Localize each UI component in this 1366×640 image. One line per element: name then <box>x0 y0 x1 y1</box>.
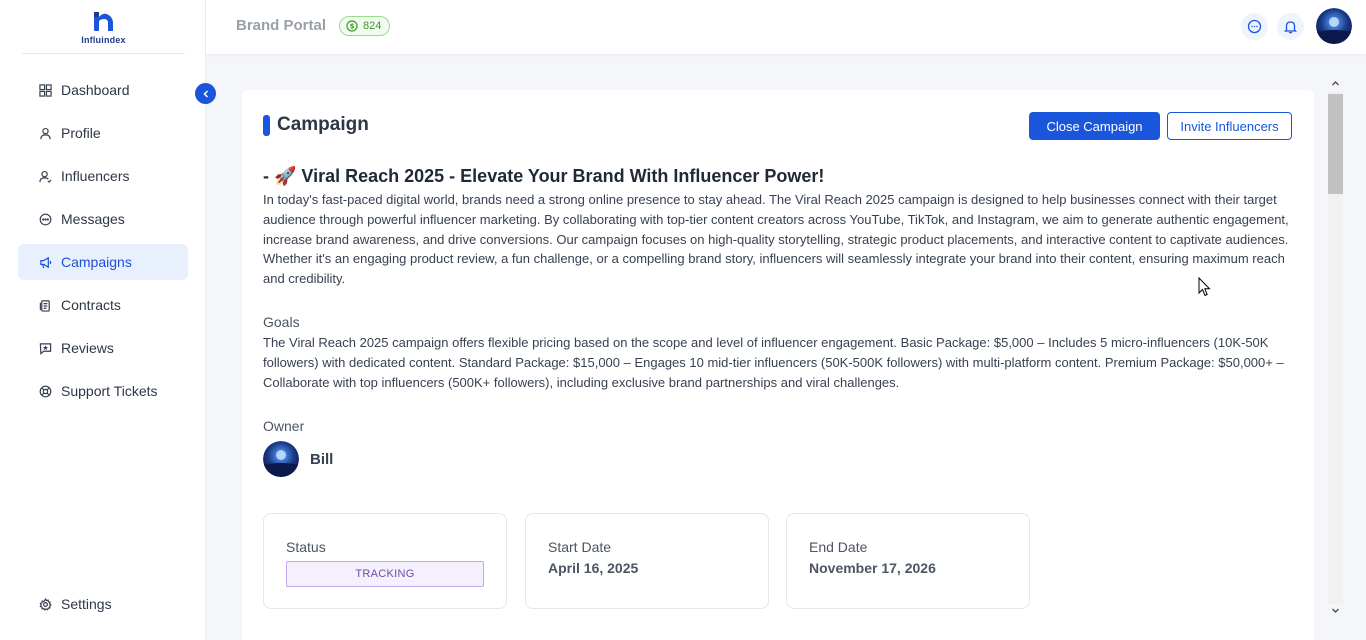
owner-label: Owner <box>263 418 305 434</box>
message-icon <box>38 212 52 226</box>
support-icon <box>38 384 52 398</box>
status-card: Status TRACKING <box>263 513 507 609</box>
start-date-value: April 16, 2025 <box>548 560 639 576</box>
title-accent-bar <box>263 114 270 136</box>
credits-badge[interactable]: $ 824 <box>339 16 391 36</box>
sidebar-nav: Dashboard Profile Influencers Messages C… <box>18 72 188 416</box>
sidebar-item-label: Campaigns <box>61 254 132 270</box>
avatar-image-icon <box>263 441 299 477</box>
settings-nav: Settings <box>18 586 188 629</box>
brand-logo[interactable]: Influindex <box>22 0 185 54</box>
card-header: Campaign <box>263 114 369 136</box>
page-title: Campaign <box>277 114 369 135</box>
goals-text: The Viral Reach 2025 campaign offers fle… <box>263 335 1284 390</box>
sidebar-item-label: Contracts <box>61 297 121 313</box>
scroll-up-arrow[interactable] <box>1330 78 1341 89</box>
scroll-thumb[interactable] <box>1328 94 1343 194</box>
gear-icon <box>38 597 52 611</box>
sidebar-item-contracts[interactable]: Contracts <box>18 287 188 323</box>
start-date-card: Start Date April 16, 2025 <box>525 513 769 609</box>
avatar-image-icon <box>1316 8 1352 44</box>
sidebar-item-support-tickets[interactable]: Support Tickets <box>18 373 188 409</box>
status-label: Status <box>286 539 326 555</box>
sidebar-item-influencers[interactable]: Influencers <box>18 158 188 194</box>
end-date-card: End Date November 17, 2026 <box>786 513 1030 609</box>
end-date-label: End Date <box>809 539 868 555</box>
megaphone-icon <box>38 255 52 269</box>
chat-button[interactable] <box>1241 13 1268 40</box>
user-avatar[interactable] <box>1316 8 1352 44</box>
sidebar-item-settings[interactable]: Settings <box>18 586 188 622</box>
sidebar-item-campaigns[interactable]: Campaigns <box>18 244 188 280</box>
top-header: Brand Portal $ 824 <box>206 0 1366 54</box>
sidebar-item-label: Settings <box>61 596 112 612</box>
sidebar-item-dashboard[interactable]: Dashboard <box>18 72 188 108</box>
chevron-left-icon <box>202 89 208 98</box>
sidebar-item-label: Dashboard <box>61 82 130 98</box>
sidebar-item-label: Profile <box>61 125 101 141</box>
chevron-down-icon <box>1332 608 1339 613</box>
campaign-card: Campaign Close Campaign Invite Influence… <box>242 90 1314 640</box>
goals-label: Goals <box>263 314 300 330</box>
dollar-coin-icon: $ <box>346 20 358 32</box>
portal-title: Brand Portal <box>236 17 327 34</box>
logo-mark-icon <box>93 11 113 31</box>
sidebar-item-label: Reviews <box>61 340 114 356</box>
close-campaign-button[interactable]: Close Campaign <box>1029 112 1160 140</box>
sidebar-item-label: Support Tickets <box>61 383 158 399</box>
bell-icon <box>1283 21 1298 34</box>
user-check-icon <box>38 169 52 183</box>
document-icon <box>38 298 52 312</box>
sidebar-item-label: Influencers <box>61 168 130 184</box>
sidebar-item-reviews[interactable]: Reviews <box>18 330 188 366</box>
sidebar: Influindex Dashboard Profile Influencers… <box>0 0 206 640</box>
invite-influencers-button[interactable]: Invite Influencers <box>1167 112 1292 140</box>
end-date-value: November 17, 2026 <box>809 560 936 576</box>
logo-text: Influindex <box>81 34 126 45</box>
chat-icon <box>1247 19 1262 34</box>
sidebar-item-profile[interactable]: Profile <box>18 115 188 151</box>
scroll-down-arrow[interactable] <box>1330 605 1341 616</box>
owner-avatar <box>263 441 299 477</box>
sidebar-item-messages[interactable]: Messages <box>18 201 188 237</box>
grid-icon <box>38 83 52 97</box>
page-scrollbar[interactable] <box>1327 76 1344 620</box>
chevron-up-icon <box>1332 81 1339 86</box>
svg-text:$: $ <box>350 23 355 31</box>
owner-info: Bill <box>263 441 333 477</box>
status-badge: TRACKING <box>286 561 484 587</box>
sidebar-item-label: Messages <box>61 211 125 227</box>
user-icon <box>38 126 52 140</box>
owner-name: Bill <box>310 450 334 468</box>
campaign-heading: - 🚀 Viral Reach 2025 - Elevate Your Bran… <box>263 166 825 186</box>
review-icon <box>38 341 52 355</box>
sidebar-collapse-button[interactable] <box>195 83 216 104</box>
notifications-button[interactable] <box>1277 13 1304 40</box>
credits-count: 824 <box>363 20 382 32</box>
campaign-description: In today's fast-paced digital world, bra… <box>263 192 1289 287</box>
start-date-label: Start Date <box>548 539 612 555</box>
